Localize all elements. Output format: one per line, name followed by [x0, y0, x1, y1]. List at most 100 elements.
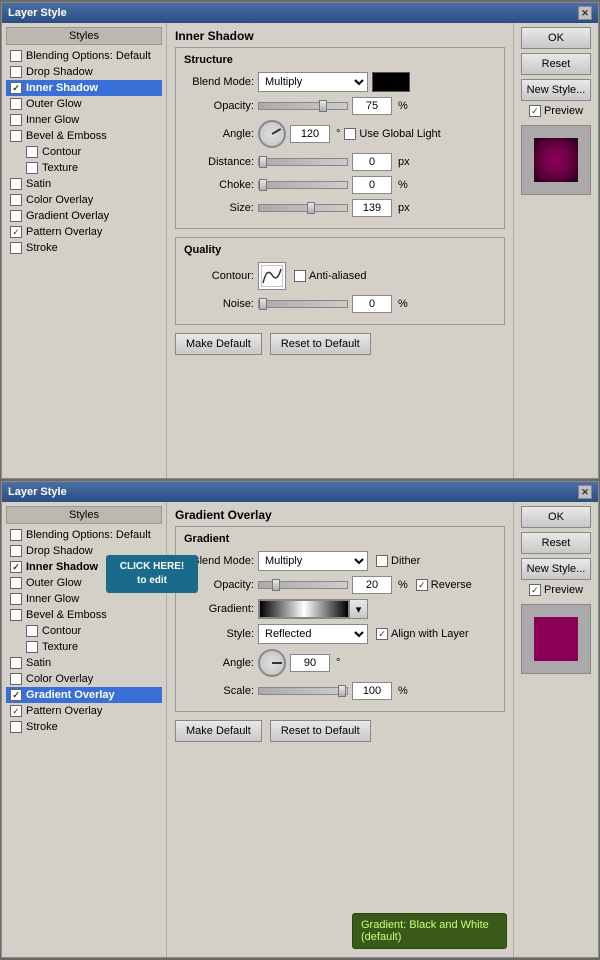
panel-1-close-button[interactable]: ✕ — [578, 6, 592, 20]
noise-thumb[interactable] — [259, 298, 267, 310]
drop-shadow-checkbox[interactable] — [10, 66, 22, 78]
dither-checkbox[interactable] — [376, 555, 388, 567]
color-overlay2-checkbox[interactable] — [10, 673, 22, 685]
sidebar-1-item-texture[interactable]: Texture — [6, 160, 162, 176]
sidebar-2-item-blending[interactable]: Blending Options: Default — [6, 527, 162, 543]
reset-to-default-button-2[interactable]: Reset to Default — [270, 720, 371, 742]
global-light-checkbox[interactable] — [344, 128, 356, 140]
blend-color-swatch[interactable] — [372, 72, 410, 92]
sidebar-1-item-color-overlay[interactable]: Color Overlay — [6, 192, 162, 208]
color-overlay-checkbox[interactable] — [10, 194, 22, 206]
sidebar-2-item-inner-glow[interactable]: Inner Glow — [6, 591, 162, 607]
blend-mode-select-2[interactable]: Multiply — [258, 551, 368, 571]
opacity-thumb-2[interactable] — [272, 579, 280, 591]
gradient-overlay2-checkbox[interactable] — [10, 689, 22, 701]
outer-glow2-checkbox[interactable] — [10, 577, 22, 589]
reset-button-1[interactable]: Reset — [521, 53, 591, 75]
panel-2-close-button[interactable]: ✕ — [578, 485, 592, 499]
inner-glow2-checkbox[interactable] — [10, 593, 22, 605]
sidebar-1-item-drop-shadow[interactable]: Drop Shadow — [6, 64, 162, 80]
stroke2-checkbox[interactable] — [10, 721, 22, 733]
sidebar-1-item-contour[interactable]: Contour — [6, 144, 162, 160]
sidebar-1-item-outer-glow[interactable]: Outer Glow — [6, 96, 162, 112]
sidebar-2-item-stroke[interactable]: Stroke — [6, 719, 162, 735]
noise-input[interactable]: 0 — [352, 295, 392, 313]
ok-button-2[interactable]: OK — [521, 506, 591, 528]
sidebar-2-item-color-overlay[interactable]: Color Overlay — [6, 671, 162, 687]
blending-checkbox[interactable] — [10, 50, 22, 62]
sidebar-2-item-pattern-overlay[interactable]: Pattern Overlay — [6, 703, 162, 719]
sidebar-1-item-gradient-overlay[interactable]: Gradient Overlay — [6, 208, 162, 224]
contour-preview[interactable] — [258, 262, 286, 290]
gradient-selector[interactable]: ▾ — [258, 599, 368, 619]
scale-thumb[interactable] — [338, 685, 346, 697]
sidebar-1-item-satin[interactable]: Satin — [6, 176, 162, 192]
sidebar-1-item-inner-shadow[interactable]: Inner Shadow — [6, 80, 162, 96]
bevel-emboss2-checkbox[interactable] — [10, 609, 22, 621]
sidebar-1-item-bevel[interactable]: Bevel & Emboss — [6, 128, 162, 144]
new-style-button-1[interactable]: New Style... — [521, 79, 591, 101]
stroke-checkbox[interactable] — [10, 242, 22, 254]
reset-to-default-button[interactable]: Reset to Default — [270, 333, 371, 355]
make-default-button-2[interactable]: Make Default — [175, 720, 262, 742]
sidebar-1-item-pattern-overlay[interactable]: Pattern Overlay — [6, 224, 162, 240]
style-select[interactable]: Reflected Linear Radial Angle Diamond — [258, 624, 368, 644]
sidebar-1-item-inner-glow[interactable]: Inner Glow — [6, 112, 162, 128]
angle-input[interactable]: 120 — [290, 125, 330, 143]
angle-dial[interactable] — [258, 120, 286, 148]
angle-input-2[interactable]: 90 — [290, 654, 330, 672]
sidebar-1-item-stroke[interactable]: Stroke — [6, 240, 162, 256]
preview-check-2[interactable] — [529, 584, 541, 596]
opacity-input[interactable]: 75 — [352, 97, 392, 115]
drop-shadow2-checkbox[interactable] — [10, 545, 22, 557]
make-default-button[interactable]: Make Default — [175, 333, 262, 355]
pattern-overlay-checkbox[interactable] — [10, 226, 22, 238]
scale-slider[interactable] — [258, 687, 348, 695]
bevel-emboss-checkbox[interactable] — [10, 130, 22, 142]
inner-shadow-checkbox[interactable] — [10, 82, 22, 94]
inner-shadow2-checkbox[interactable] — [10, 561, 22, 573]
texture2-checkbox[interactable] — [26, 641, 38, 653]
angle-dial-2[interactable] — [258, 649, 286, 677]
choke-slider[interactable] — [258, 181, 348, 189]
reset-button-2[interactable]: Reset — [521, 532, 591, 554]
gradient-overlay-checkbox[interactable] — [10, 210, 22, 222]
contour-checkbox[interactable] — [26, 146, 38, 158]
preview-check-1[interactable] — [529, 105, 541, 117]
ok-button-1[interactable]: OK — [521, 27, 591, 49]
size-slider[interactable] — [258, 204, 348, 212]
gradient-dropdown-btn[interactable]: ▾ — [349, 600, 367, 618]
distance-slider[interactable] — [258, 158, 348, 166]
sidebar-2-item-gradient-overlay[interactable]: Gradient Overlay — [6, 687, 162, 703]
align-layer-checkbox[interactable] — [376, 628, 388, 640]
sidebar-1-item-blending[interactable]: Blending Options: Default — [6, 48, 162, 64]
satin-checkbox[interactable] — [10, 178, 22, 190]
texture-checkbox[interactable] — [26, 162, 38, 174]
distance-thumb[interactable] — [259, 156, 267, 168]
new-style-button-2[interactable]: New Style... — [521, 558, 591, 580]
sidebar-2-item-bevel[interactable]: Bevel & Emboss — [6, 607, 162, 623]
sidebar-2-item-inner-shadow[interactable]: Inner Shadow CLICK HERE! to edit — [6, 559, 162, 575]
choke-input[interactable]: 0 — [352, 176, 392, 194]
opacity-input-2[interactable]: 20 — [352, 576, 392, 594]
contour2-checkbox[interactable] — [26, 625, 38, 637]
inner-glow-checkbox[interactable] — [10, 114, 22, 126]
satin2-checkbox[interactable] — [10, 657, 22, 669]
opacity-slider-2[interactable] — [258, 581, 348, 589]
anti-aliased-checkbox[interactable] — [294, 270, 306, 282]
blend-mode-select[interactable]: Multiply — [258, 72, 368, 92]
opacity-slider[interactable] — [258, 102, 348, 110]
blending2-checkbox[interactable] — [10, 529, 22, 541]
sidebar-2-item-contour[interactable]: Contour — [6, 623, 162, 639]
scale-input[interactable]: 100 — [352, 682, 392, 700]
size-input[interactable]: 139 — [352, 199, 392, 217]
outer-glow-checkbox[interactable] — [10, 98, 22, 110]
size-thumb[interactable] — [307, 202, 315, 214]
noise-slider[interactable] — [258, 300, 348, 308]
opacity-thumb[interactable] — [319, 100, 327, 112]
pattern-overlay2-checkbox[interactable] — [10, 705, 22, 717]
distance-input[interactable]: 0 — [352, 153, 392, 171]
reverse-checkbox[interactable] — [416, 579, 428, 591]
sidebar-2-item-texture[interactable]: Texture — [6, 639, 162, 655]
sidebar-2-item-satin[interactable]: Satin — [6, 655, 162, 671]
